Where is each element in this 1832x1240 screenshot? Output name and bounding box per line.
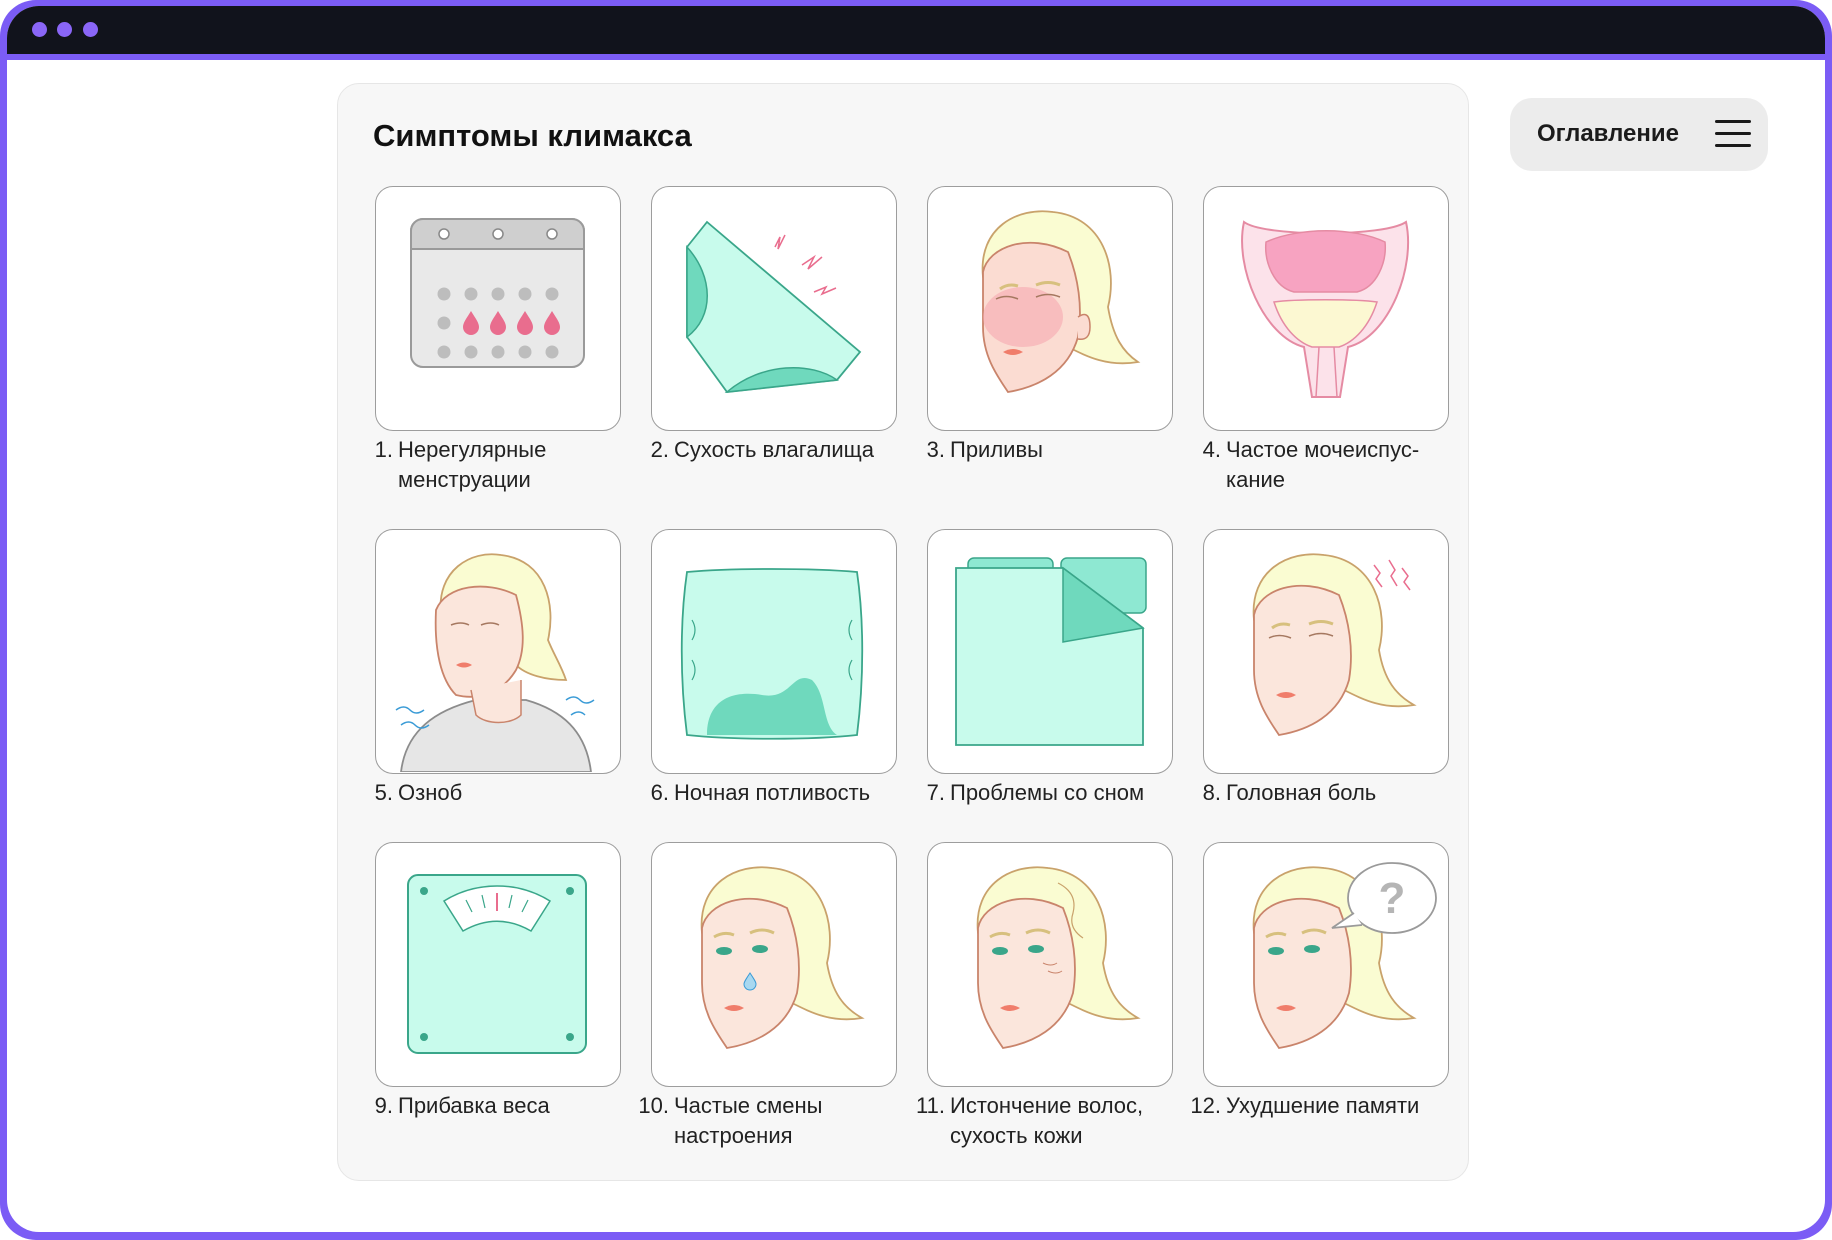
card-title: Симптомы климакса bbox=[373, 118, 692, 153]
list-item: 6. Ночная потливость bbox=[650, 780, 871, 805]
bladder-icon bbox=[1203, 186, 1449, 431]
calendar-icon bbox=[375, 186, 621, 431]
flushed-face-icon bbox=[927, 186, 1173, 431]
hamburger-menu-icon bbox=[1715, 120, 1751, 148]
aging-face-icon bbox=[927, 842, 1173, 1087]
list-item: 3. Приливы bbox=[926, 437, 1043, 462]
crying-face-icon bbox=[651, 842, 897, 1087]
headache-icon bbox=[1203, 529, 1449, 774]
list-item: 9. Прибавка веса bbox=[374, 1093, 550, 1118]
list-item: 2. Сухость влагалища bbox=[650, 437, 875, 462]
underwear-icon bbox=[651, 186, 897, 431]
chills-icon bbox=[375, 529, 621, 774]
window-dot-icon[interactable] bbox=[83, 22, 98, 37]
list-item: 12. Ухудшение памяти bbox=[1190, 1093, 1420, 1118]
window-dot-icon[interactable] bbox=[32, 22, 47, 37]
list-item: 5. Озноб bbox=[374, 780, 463, 805]
window-dot-icon[interactable] bbox=[57, 22, 72, 37]
pillow-icon bbox=[651, 529, 897, 774]
toc-label: Оглавление bbox=[1537, 120, 1679, 147]
title-bar bbox=[7, 6, 1825, 60]
bed-sheet-icon bbox=[927, 529, 1173, 774]
scale-icon bbox=[375, 842, 621, 1087]
list-item: 1. Нерегулярные менструации bbox=[374, 437, 547, 492]
list-item: 7. Проблемы со сном bbox=[926, 780, 1145, 805]
table-of-contents-button[interactable]: Оглавление bbox=[1510, 98, 1768, 171]
list-item: 10. Частые смены настроения bbox=[638, 1093, 823, 1148]
svg-text:?: ? bbox=[1379, 874, 1406, 923]
forgetful-face-icon: ? bbox=[1203, 842, 1449, 1087]
list-item: 8. Головная боль bbox=[1202, 780, 1377, 805]
symptoms-card: Симптомы климакса 1. Нерегулярные менстр… bbox=[337, 83, 1469, 1181]
list-item: 4. Частое мочеиспус-кание bbox=[1202, 437, 1420, 492]
list-item: 11. Истончение волос, сухость кожи bbox=[916, 1093, 1144, 1148]
